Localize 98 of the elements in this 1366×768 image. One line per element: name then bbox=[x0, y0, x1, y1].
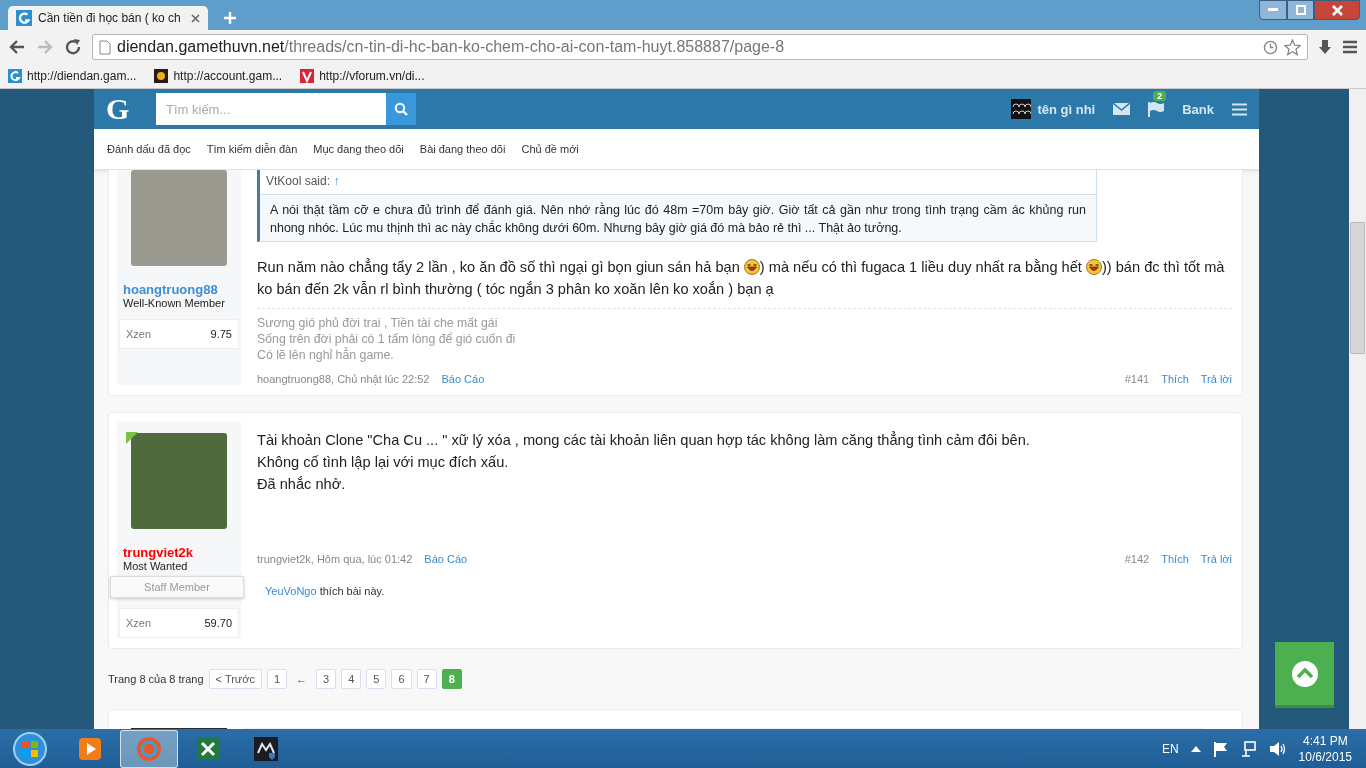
stat-value: 9.75 bbox=[210, 328, 232, 340]
minimize-button[interactable] bbox=[1259, 0, 1287, 20]
post-meta: trungviet2k, Hôm qua, lúc 01:42 bbox=[257, 553, 413, 565]
mail-icon[interactable] bbox=[1113, 103, 1131, 115]
post-number-link[interactable]: #142 bbox=[1124, 553, 1150, 565]
liker-link[interactable]: YeuVoNgo bbox=[265, 585, 317, 597]
page-button[interactable]: 4 bbox=[341, 669, 362, 689]
site-favicon-icon bbox=[8, 69, 22, 83]
up-chevron-icon bbox=[1290, 659, 1319, 688]
download-icon[interactable] bbox=[1318, 39, 1332, 55]
nav-link[interactable]: Đánh dấu đã đọc bbox=[107, 143, 191, 155]
bookmark-link[interactable]: http://account.gam... bbox=[154, 69, 283, 83]
post-text: )) bán đc thì tốt mà bbox=[1101, 259, 1225, 275]
post-meta: hoangtruong88, Chủ nhật lúc 22:52 bbox=[257, 373, 430, 385]
post-text: ) mà nếu có thì fugaca 1 liều duy nhất ra bằng hết bbox=[759, 259, 1083, 275]
play-icon bbox=[77, 736, 103, 762]
globe-icon bbox=[135, 735, 163, 763]
site-favicon-icon bbox=[300, 69, 315, 83]
close-icon bbox=[1331, 4, 1343, 16]
up-triangle-icon[interactable] bbox=[1190, 746, 1201, 752]
bookmark-link[interactable]: http://vforum.vn/di... bbox=[300, 69, 425, 83]
previous-page-button[interactable]: < Trước bbox=[208, 669, 262, 689]
back-button[interactable] bbox=[8, 38, 26, 56]
nav-link[interactable]: Chủ đề mới bbox=[521, 143, 579, 155]
username-link[interactable]: trungviet2k bbox=[123, 545, 194, 560]
speaker-icon[interactable] bbox=[1268, 741, 1287, 757]
flag-icon[interactable] bbox=[1148, 101, 1165, 117]
start-button[interactable] bbox=[10, 729, 50, 768]
nav-link[interactable]: Bài đang theo dõi bbox=[419, 143, 506, 155]
network-icon[interactable] bbox=[1240, 741, 1257, 757]
site-favicon-icon bbox=[154, 69, 169, 83]
site-favicon-icon bbox=[16, 10, 32, 26]
page-gap-arrow: ← bbox=[295, 673, 309, 685]
nav-link[interactable]: Tìm kiếm diễn đàn bbox=[206, 143, 298, 155]
post-text: Tài khoản Clone "Cha Cu ... " xữ lý xóa , mong các tài khoản liên quan hợp tác không làm căng thẳng tình cảm đôi bên. bbox=[257, 432, 1030, 448]
alert-count-badge: 2 bbox=[1153, 91, 1167, 101]
post-text: ko bán đến 2k vẫn rl bình thường ( tóc ngắn 3 phân ko xoăn lên ko xoắn ) bạn ạ bbox=[257, 281, 774, 297]
pattern-avatar-icon bbox=[1011, 99, 1032, 119]
reply-link[interactable]: Trả lời bbox=[1200, 373, 1232, 385]
signature-line: Có lẽ lên nghỉ hẳn game. bbox=[257, 347, 395, 363]
page-button[interactable]: 5 bbox=[366, 669, 387, 689]
spreadsheet-icon bbox=[195, 736, 221, 762]
url-text: diendan.gamethuvn.net/threads/cn-tin-di-hc-ban-ko-chem-cho-ai-con-tam-huyt.858887/page-8 bbox=[117, 38, 786, 56]
page-button[interactable]: 7 bbox=[416, 669, 437, 689]
reply-link[interactable]: Trả lời bbox=[1200, 553, 1232, 565]
scrollbar[interactable] bbox=[1349, 89, 1366, 729]
close-tab-icon[interactable] bbox=[191, 13, 200, 23]
browser-tab[interactable]: Cần tiền đi học bán ( ko ch bbox=[8, 6, 208, 30]
flag-icon[interactable] bbox=[1212, 741, 1229, 757]
maximize-button[interactable] bbox=[1287, 0, 1314, 20]
clock-icon[interactable] bbox=[1263, 39, 1278, 55]
likes-summary: YeuVoNgo thích bài này. bbox=[265, 585, 386, 597]
user-title: Most Wanted bbox=[123, 560, 188, 572]
game-icon bbox=[253, 736, 279, 762]
scroll-to-top-button[interactable] bbox=[1275, 642, 1334, 708]
post-text: Đã nhắc nhở. bbox=[257, 476, 346, 492]
staff-member-label: Staff Member bbox=[110, 576, 244, 598]
stat-value: 59.70 bbox=[204, 617, 232, 629]
page-button[interactable]: 6 bbox=[391, 669, 412, 689]
close-window-button[interactable] bbox=[1314, 0, 1360, 20]
minimize-icon bbox=[1268, 8, 1278, 12]
laughing-smiley-icon bbox=[1085, 259, 1102, 275]
menu-icon[interactable] bbox=[1342, 40, 1358, 54]
taskbar-clock[interactable]: 4:41 PM 10/6/2015 bbox=[1298, 733, 1352, 765]
post-number-link[interactable]: #141 bbox=[1124, 373, 1150, 385]
user-menu[interactable]: tên gì nhỉ bbox=[1011, 99, 1096, 119]
address-bar[interactable]: diendan.gamethuvn.net/threads/cn-tin-di-hc-ban-ko-chem-cho-ai-con-tam-huyt.858887/page-8 bbox=[92, 34, 1308, 60]
quote-author: VtKool said: bbox=[266, 174, 331, 188]
quote-jump-link[interactable]: ↑ bbox=[333, 174, 340, 188]
post-text: Run năm nào chẳng tẩy 2 lần , ko ăn đồ số thì ngại gì bọn giun sán hả bạn bbox=[257, 259, 741, 275]
post-text: Không cố tình lập lại với mục đích xấu. bbox=[257, 454, 509, 470]
search-icon bbox=[394, 102, 408, 116]
signature-line: Sương gió phủ đời trai , Tiền tài che mất gái bbox=[257, 315, 499, 331]
like-link[interactable]: Thích bbox=[1161, 553, 1189, 565]
new-tab-button[interactable] bbox=[222, 10, 238, 26]
search-button[interactable] bbox=[386, 93, 416, 125]
reload-button[interactable] bbox=[64, 38, 82, 56]
report-link[interactable]: Báo Cáo bbox=[424, 553, 468, 565]
quote-text: A nói thật tầm cỡ e chưa đủ trình để đánh giá. Nên nhớ rằng lúc đó 48m =70m bây giờ. Giờ tất cả gần như trong tình trạng cầm ác khủng run nhong nhóc. Lúc mu thịnh thì ac này chắc không dưới 60m. Nhưng bây giờ giá đó mà bảo rẻ thì ... Thật ảo tưởng. bbox=[269, 201, 1087, 237]
bookmark-link[interactable]: http://diendan.gam... bbox=[8, 69, 137, 83]
language-indicator[interactable]: EN bbox=[1161, 742, 1179, 756]
stat-label: Xzen bbox=[126, 617, 152, 629]
page-button[interactable]: 3 bbox=[316, 669, 337, 689]
laughing-smiley-icon bbox=[743, 259, 760, 275]
site-logo[interactable]: G bbox=[106, 92, 142, 126]
page-icon bbox=[99, 39, 111, 55]
signature-line: Sống trên đời phải có 1 tấm lòng để gió cuốn đi bbox=[257, 331, 517, 347]
page-button[interactable]: 1 bbox=[266, 669, 288, 689]
maximize-icon bbox=[1295, 5, 1306, 15]
report-link[interactable]: Báo Cáo bbox=[441, 373, 485, 385]
like-link[interactable]: Thích bbox=[1161, 373, 1189, 385]
nav-link[interactable]: Mục đang theo dõi bbox=[313, 143, 404, 155]
page-count-label: Trang 8 của 8 trang bbox=[108, 673, 204, 685]
stat-label: Xzen bbox=[126, 328, 152, 340]
username-link[interactable]: hoangtruong88 bbox=[123, 282, 218, 297]
bank-link[interactable]: Bank bbox=[1182, 101, 1214, 117]
bookmark-star-icon[interactable] bbox=[1284, 38, 1301, 56]
user-title: Well-Known Member bbox=[123, 297, 225, 309]
